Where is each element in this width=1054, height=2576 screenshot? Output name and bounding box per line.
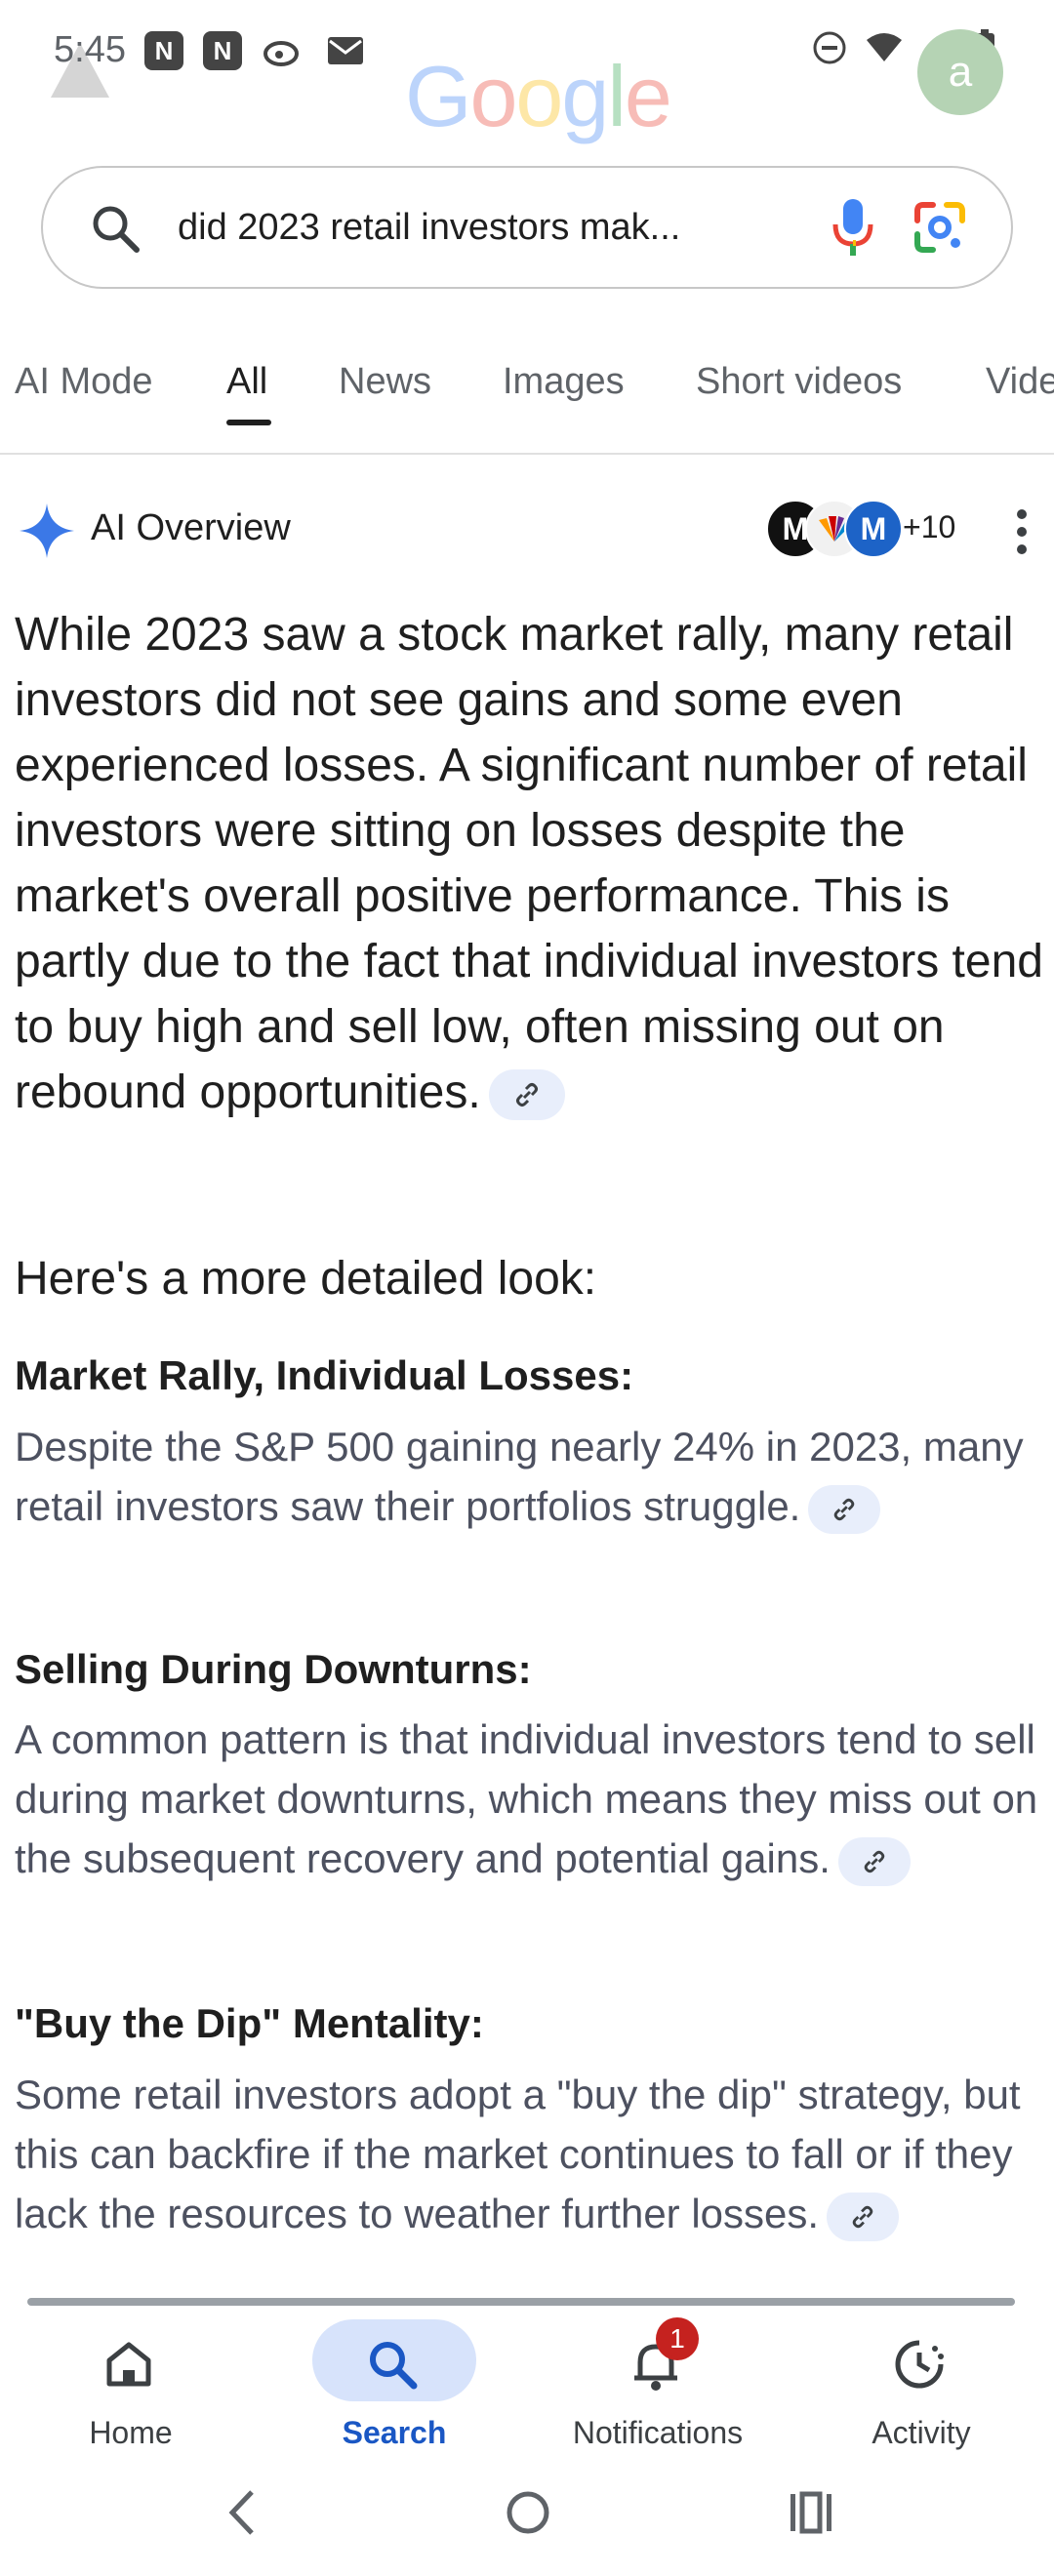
nav-home[interactable]: Home bbox=[33, 2308, 228, 2454]
source-favicon-icon: M bbox=[844, 500, 903, 558]
link-icon bbox=[852, 2205, 873, 2229]
scroll-indicator bbox=[27, 2298, 1015, 2306]
avatar[interactable]: a bbox=[917, 29, 1003, 115]
weibo-icon bbox=[262, 31, 304, 70]
link-icon bbox=[515, 1083, 538, 1107]
search-icon bbox=[365, 2337, 420, 2396]
recents-icon[interactable] bbox=[789, 2490, 833, 2535]
source-link-chip[interactable] bbox=[827, 2192, 900, 2241]
tab-ai-mode[interactable]: AI Mode bbox=[15, 361, 153, 403]
notification-badge: 1 bbox=[656, 2317, 699, 2360]
ai-overview-summary: While 2023 saw a stock market rally, man… bbox=[15, 602, 1049, 1125]
nav-activity[interactable]: Activity bbox=[824, 2308, 1019, 2454]
tab-images[interactable]: Images bbox=[503, 361, 625, 403]
item-body: Despite the S&P 500 gaining nearly 24% i… bbox=[15, 1417, 1049, 1536]
ai-overview-header: AI Overview M M +10 bbox=[0, 498, 1054, 566]
sources-count[interactable]: +10 bbox=[903, 509, 955, 545]
status-time: 5:45 bbox=[54, 29, 126, 70]
wifi-icon bbox=[867, 33, 902, 61]
tab-news[interactable]: News bbox=[339, 361, 431, 403]
item-body: A common pattern is that individual inve… bbox=[15, 1710, 1049, 1888]
tab-short-videos[interactable]: Short videos bbox=[696, 361, 902, 403]
app-notification-icon: N bbox=[144, 31, 183, 70]
divider bbox=[0, 453, 1054, 455]
source-avatars[interactable]: M M bbox=[766, 500, 903, 562]
link-icon bbox=[834, 1498, 855, 1521]
nav-search[interactable]: Search bbox=[297, 2308, 492, 2454]
search-input[interactable]: did 2023 retail investors mak... bbox=[178, 207, 680, 249]
sparkle-icon bbox=[18, 502, 76, 565]
section-heading: Here's a more detailed look: bbox=[15, 1253, 597, 1305]
home-icon bbox=[101, 2337, 156, 2396]
back-icon[interactable] bbox=[223, 2488, 262, 2537]
tab-videos[interactable]: Vide bbox=[986, 361, 1054, 403]
mail-icon bbox=[324, 31, 367, 70]
search-tabs: AI Mode All News Images Short videos Vid… bbox=[0, 361, 1054, 455]
source-link-chip[interactable] bbox=[488, 1069, 565, 1121]
activity-icon bbox=[892, 2337, 947, 2396]
lens-icon[interactable] bbox=[912, 199, 968, 261]
item-title: Market Rally, Individual Losses: bbox=[15, 1352, 634, 1398]
app-notification-icon: N bbox=[203, 31, 242, 70]
system-nav-bar bbox=[0, 2469, 1054, 2576]
bottom-nav: Home Search Notifications 1 Activity bbox=[0, 2308, 1054, 2464]
ai-overview-title: AI Overview bbox=[91, 507, 291, 548]
source-link-chip[interactable] bbox=[837, 1836, 911, 1886]
tab-all[interactable]: All bbox=[226, 361, 267, 403]
item-body: Some retail investors adopt a "buy the d… bbox=[15, 2065, 1049, 2243]
source-link-chip[interactable] bbox=[808, 1484, 881, 1534]
item-title: Selling During Downturns: bbox=[15, 1646, 532, 1692]
home-circle-icon[interactable] bbox=[506, 2490, 550, 2535]
mic-icon[interactable] bbox=[831, 197, 874, 264]
google-logo[interactable]: Google bbox=[405, 47, 672, 146]
item-title: "Buy the Dip" Mentality: bbox=[15, 2000, 484, 2046]
more-options-icon[interactable] bbox=[1015, 507, 1029, 561]
active-tab-indicator bbox=[226, 420, 271, 425]
dnd-icon bbox=[813, 31, 846, 64]
link-icon bbox=[864, 1850, 885, 1873]
search-icon bbox=[90, 203, 141, 259]
search-box[interactable]: did 2023 retail investors mak... bbox=[41, 166, 1013, 289]
